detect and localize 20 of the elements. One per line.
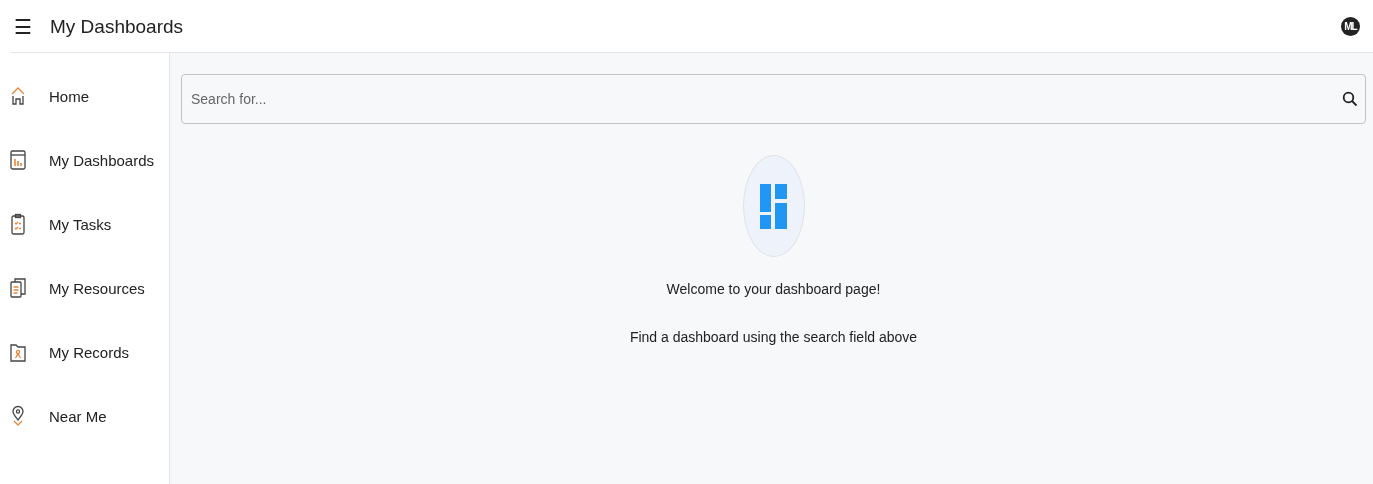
dashboard-layout-icon <box>760 183 787 229</box>
welcome-heading: Welcome to your dashboard page! <box>666 281 881 297</box>
menu-icon[interactable]: ☰ <box>14 14 34 39</box>
clipboard-icon <box>9 213 27 235</box>
sidebar-item[interactable]: My Records <box>0 320 169 384</box>
sidebar-item[interactable]: My Dashboards <box>0 128 169 192</box>
search-icon[interactable] <box>1342 91 1358 107</box>
user-avatar[interactable]: ML <box>1341 17 1360 36</box>
sidebar-item[interactable]: Home <box>0 64 169 128</box>
search-hint: Find a dashboard using the search field above <box>629 329 918 345</box>
sidebar-item[interactable]: My Resources <box>0 256 169 320</box>
documents-icon <box>9 277 27 299</box>
location-pin-icon <box>9 405 27 427</box>
folder-person-icon <box>9 341 27 363</box>
home-icon <box>9 85 27 107</box>
search-field[interactable]: Search for... <box>181 74 1366 124</box>
sidebar-item[interactable]: My Tasks <box>0 192 169 256</box>
dashboard-icon <box>9 149 27 171</box>
page-title: My Dashboards <box>50 15 185 38</box>
sidebar-item[interactable]: Near Me <box>0 384 169 448</box>
